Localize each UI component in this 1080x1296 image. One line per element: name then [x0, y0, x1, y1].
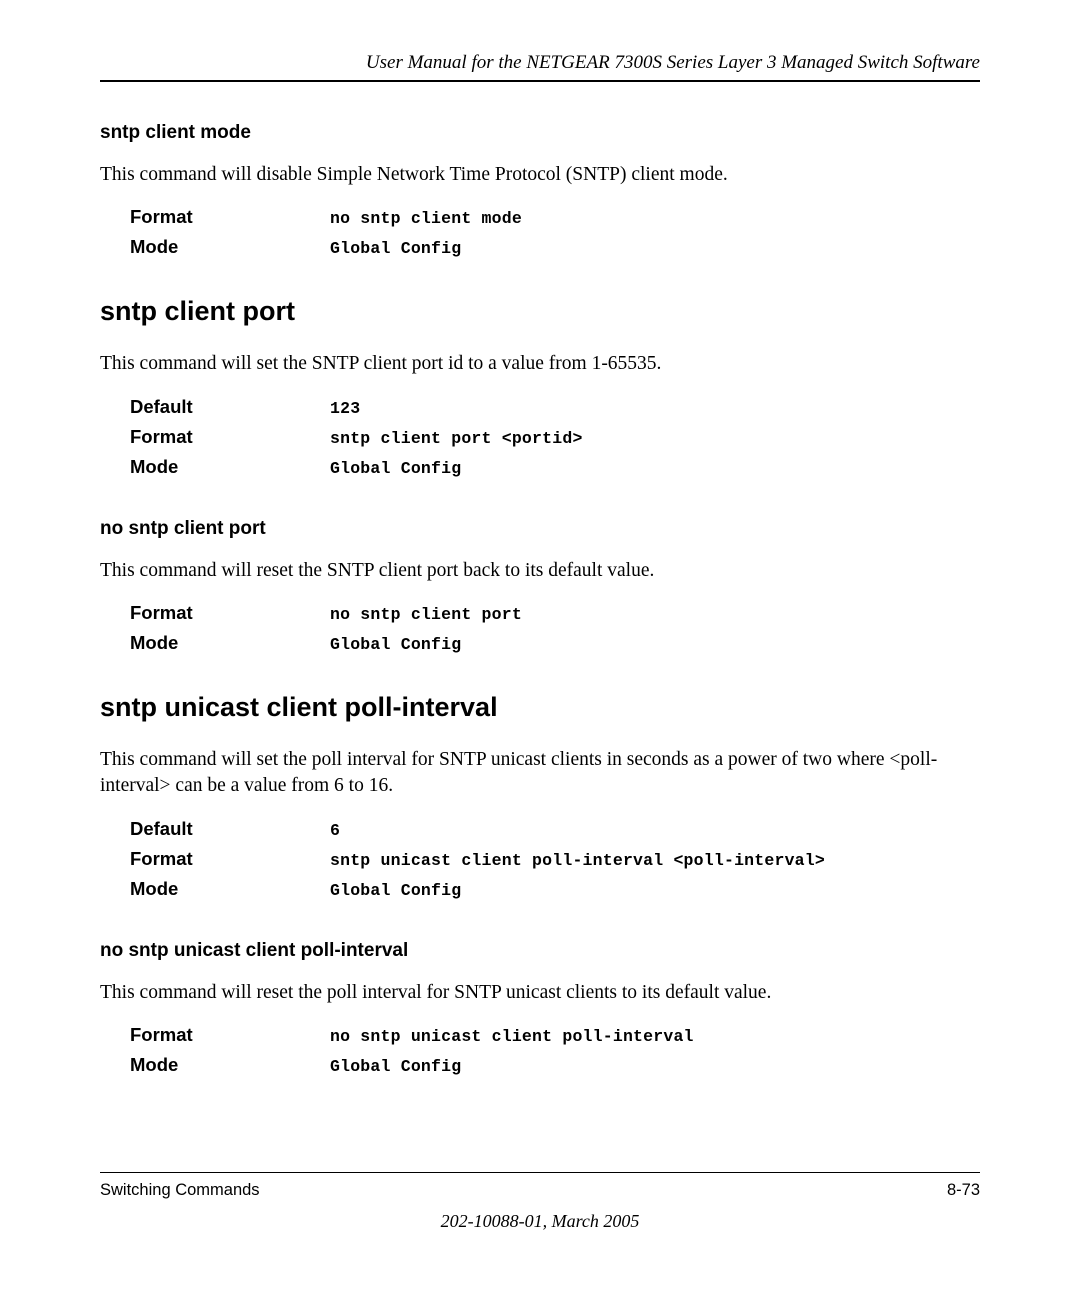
param-block: Format no sntp client port Mode Global C…: [130, 602, 980, 654]
footer-left: Switching Commands: [100, 1181, 260, 1200]
section-heading-sntp-client-port: sntp client port: [100, 296, 980, 327]
param-value: sntp unicast client poll-interval <poll-…: [330, 851, 825, 870]
param-label: Mode: [130, 456, 330, 478]
param-label: Mode: [130, 632, 330, 654]
param-row-format: Format sntp client port <portid>: [130, 426, 980, 448]
param-value: Global Config: [330, 1057, 461, 1076]
param-block: Format no sntp unicast client poll-inter…: [130, 1024, 980, 1076]
param-value: no sntp client port: [330, 605, 522, 624]
param-row-mode: Mode Global Config: [130, 236, 980, 258]
section-heading-no-sntp-client-port: no sntp client port: [100, 518, 980, 540]
section-desc: This command will set the SNTP client po…: [100, 351, 980, 377]
param-value: Global Config: [330, 239, 461, 258]
footer-right: 8-73: [947, 1181, 980, 1200]
section-desc: This command will reset the poll interva…: [100, 980, 980, 1006]
param-row-format: Format no sntp client port: [130, 602, 980, 624]
param-value: 6: [330, 821, 340, 840]
param-label: Format: [130, 848, 330, 870]
page-header: User Manual for the NETGEAR 7300S Series…: [100, 52, 980, 82]
param-value: sntp client port <portid>: [330, 429, 583, 448]
header-title: User Manual for the NETGEAR 7300S Series…: [366, 52, 980, 73]
param-row-default: Default 6: [130, 818, 980, 840]
param-value: Global Config: [330, 459, 461, 478]
param-value: Global Config: [330, 635, 461, 654]
param-row-format: Format no sntp client mode: [130, 206, 980, 228]
param-row-mode: Mode Global Config: [130, 1054, 980, 1076]
param-row-default: Default 123: [130, 396, 980, 418]
param-block: Default 6 Format sntp unicast client pol…: [130, 818, 980, 900]
param-label: Format: [130, 1024, 330, 1046]
section-desc: This command will reset the SNTP client …: [100, 558, 980, 584]
param-label: Default: [130, 396, 330, 418]
param-label: Default: [130, 818, 330, 840]
section-heading-sntp-client-mode: sntp client mode: [100, 122, 980, 144]
param-value: no sntp unicast client poll-interval: [330, 1027, 694, 1046]
section-heading-no-sntp-unicast-poll-interval: no sntp unicast client poll-interval: [100, 940, 980, 962]
section-desc: This command will disable Simple Network…: [100, 162, 980, 188]
page-footer: Switching Commands 8-73: [100, 1172, 980, 1200]
param-row-mode: Mode Global Config: [130, 632, 980, 654]
param-label: Mode: [130, 236, 330, 258]
param-row-mode: Mode Global Config: [130, 456, 980, 478]
param-block: Default 123 Format sntp client port <por…: [130, 396, 980, 478]
param-label: Mode: [130, 1054, 330, 1076]
param-label: Format: [130, 206, 330, 228]
section-heading-sntp-unicast-poll-interval: sntp unicast client poll-interval: [100, 692, 980, 723]
param-label: Format: [130, 426, 330, 448]
param-value: 123: [330, 399, 360, 418]
param-block: Format no sntp client mode Mode Global C…: [130, 206, 980, 258]
footer-center: 202-10088-01, March 2005: [100, 1211, 980, 1232]
param-value: no sntp client mode: [330, 209, 522, 228]
param-row-mode: Mode Global Config: [130, 878, 980, 900]
param-value: Global Config: [330, 881, 461, 900]
param-row-format: Format no sntp unicast client poll-inter…: [130, 1024, 980, 1046]
footer-row: Switching Commands 8-73: [100, 1181, 980, 1200]
param-label: Mode: [130, 878, 330, 900]
section-desc: This command will set the poll interval …: [100, 747, 980, 800]
param-row-format: Format sntp unicast client poll-interval…: [130, 848, 980, 870]
param-label: Format: [130, 602, 330, 624]
